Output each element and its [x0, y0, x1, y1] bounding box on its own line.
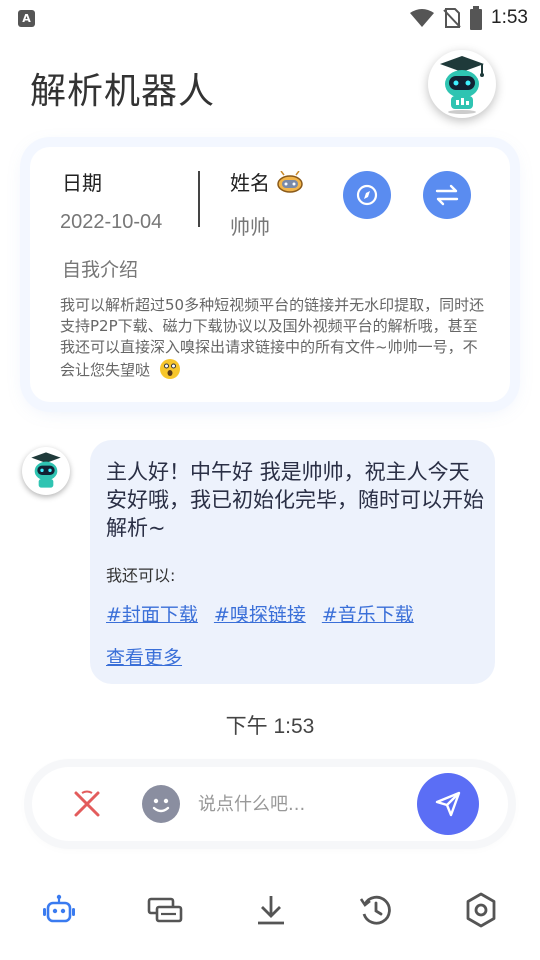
history-icon	[359, 895, 391, 925]
swap-icon	[435, 184, 459, 206]
bottom-nav	[0, 880, 540, 940]
intro-text: 我可以解析超过50多种短视频平台的链接并无水印提取，同时还支持P2P下载、磁力下…	[60, 295, 490, 381]
status-time: 1:53	[491, 7, 528, 28]
intro-label: 自我介绍	[62, 259, 139, 281]
chat-bubble: 主人好！中午好 我是帅帅，祝主人今天安好哦，我已初始化完毕，随时可以开始解析~ …	[90, 440, 495, 684]
profile-card: 日期 2022-10-04 姓名 帅帅 自我介绍 我可以解析超过50多种短视频平…	[30, 147, 510, 402]
robot-icon	[43, 894, 75, 923]
name-label: 姓名	[230, 167, 304, 196]
chat-timestamp: 下午 1:53	[225, 715, 315, 738]
nav-settings[interactable]	[461, 890, 501, 930]
battery-icon	[470, 6, 483, 30]
divider	[198, 171, 200, 227]
send-icon	[435, 791, 461, 817]
name-label-text: 姓名	[230, 171, 270, 195]
swap-button[interactable]	[423, 171, 471, 219]
status-right: 1:53	[409, 6, 528, 30]
name-value: 帅帅	[230, 217, 270, 239]
robot-graduate-icon	[440, 56, 484, 114]
settings-icon	[466, 892, 496, 928]
nav-history[interactable]	[356, 890, 396, 930]
smile-icon	[152, 798, 170, 813]
status-bar: A 1:53	[0, 0, 540, 36]
cards-icon	[147, 897, 183, 923]
robot-graduate-icon	[31, 452, 61, 488]
view-more-link[interactable]: 查看更多	[106, 643, 182, 670]
clear-button[interactable]	[72, 789, 102, 819]
surprised-emoji-icon	[159, 359, 180, 379]
date-value: 2022-10-04	[60, 211, 163, 233]
compass-button[interactable]	[343, 171, 391, 219]
link-sniff-links[interactable]: #嗅探链接	[214, 600, 306, 627]
robot-avatar-button[interactable]	[428, 50, 496, 118]
page-title: 解析机器人	[30, 71, 216, 112]
app-badge-icon: A	[18, 10, 35, 27]
intro-text-body: 我可以解析超过50多种短视频平台的链接并无水印提取，同时还支持P2P下载、磁力下…	[60, 296, 485, 379]
download-icon	[258, 896, 284, 925]
no-sim-icon	[443, 8, 461, 28]
send-button[interactable]	[417, 773, 479, 835]
emoji-button[interactable]	[142, 785, 180, 823]
nav-cards[interactable]	[145, 890, 185, 930]
message-input[interactable]	[198, 785, 408, 823]
wifi-icon	[410, 9, 435, 27]
link-music-download[interactable]: #音乐下载	[322, 600, 414, 627]
compass-icon	[356, 184, 378, 206]
can-do-label: 我还可以:	[106, 566, 176, 585]
input-bar	[32, 767, 508, 841]
greeting-text: 主人好！中午好 我是帅帅，祝主人今天安好哦，我已初始化完毕，随时可以开始解析~	[106, 460, 484, 540]
nav-robot[interactable]	[39, 890, 79, 930]
mini-robot-icon	[277, 170, 304, 193]
close-icon	[74, 790, 100, 817]
quick-links: #封面下载 #嗅探链接 #音乐下载	[106, 600, 414, 627]
date-label: 日期	[62, 171, 102, 195]
nav-download[interactable]	[251, 890, 291, 930]
link-cover-download[interactable]: #封面下载	[106, 600, 198, 627]
bot-avatar	[22, 447, 70, 495]
